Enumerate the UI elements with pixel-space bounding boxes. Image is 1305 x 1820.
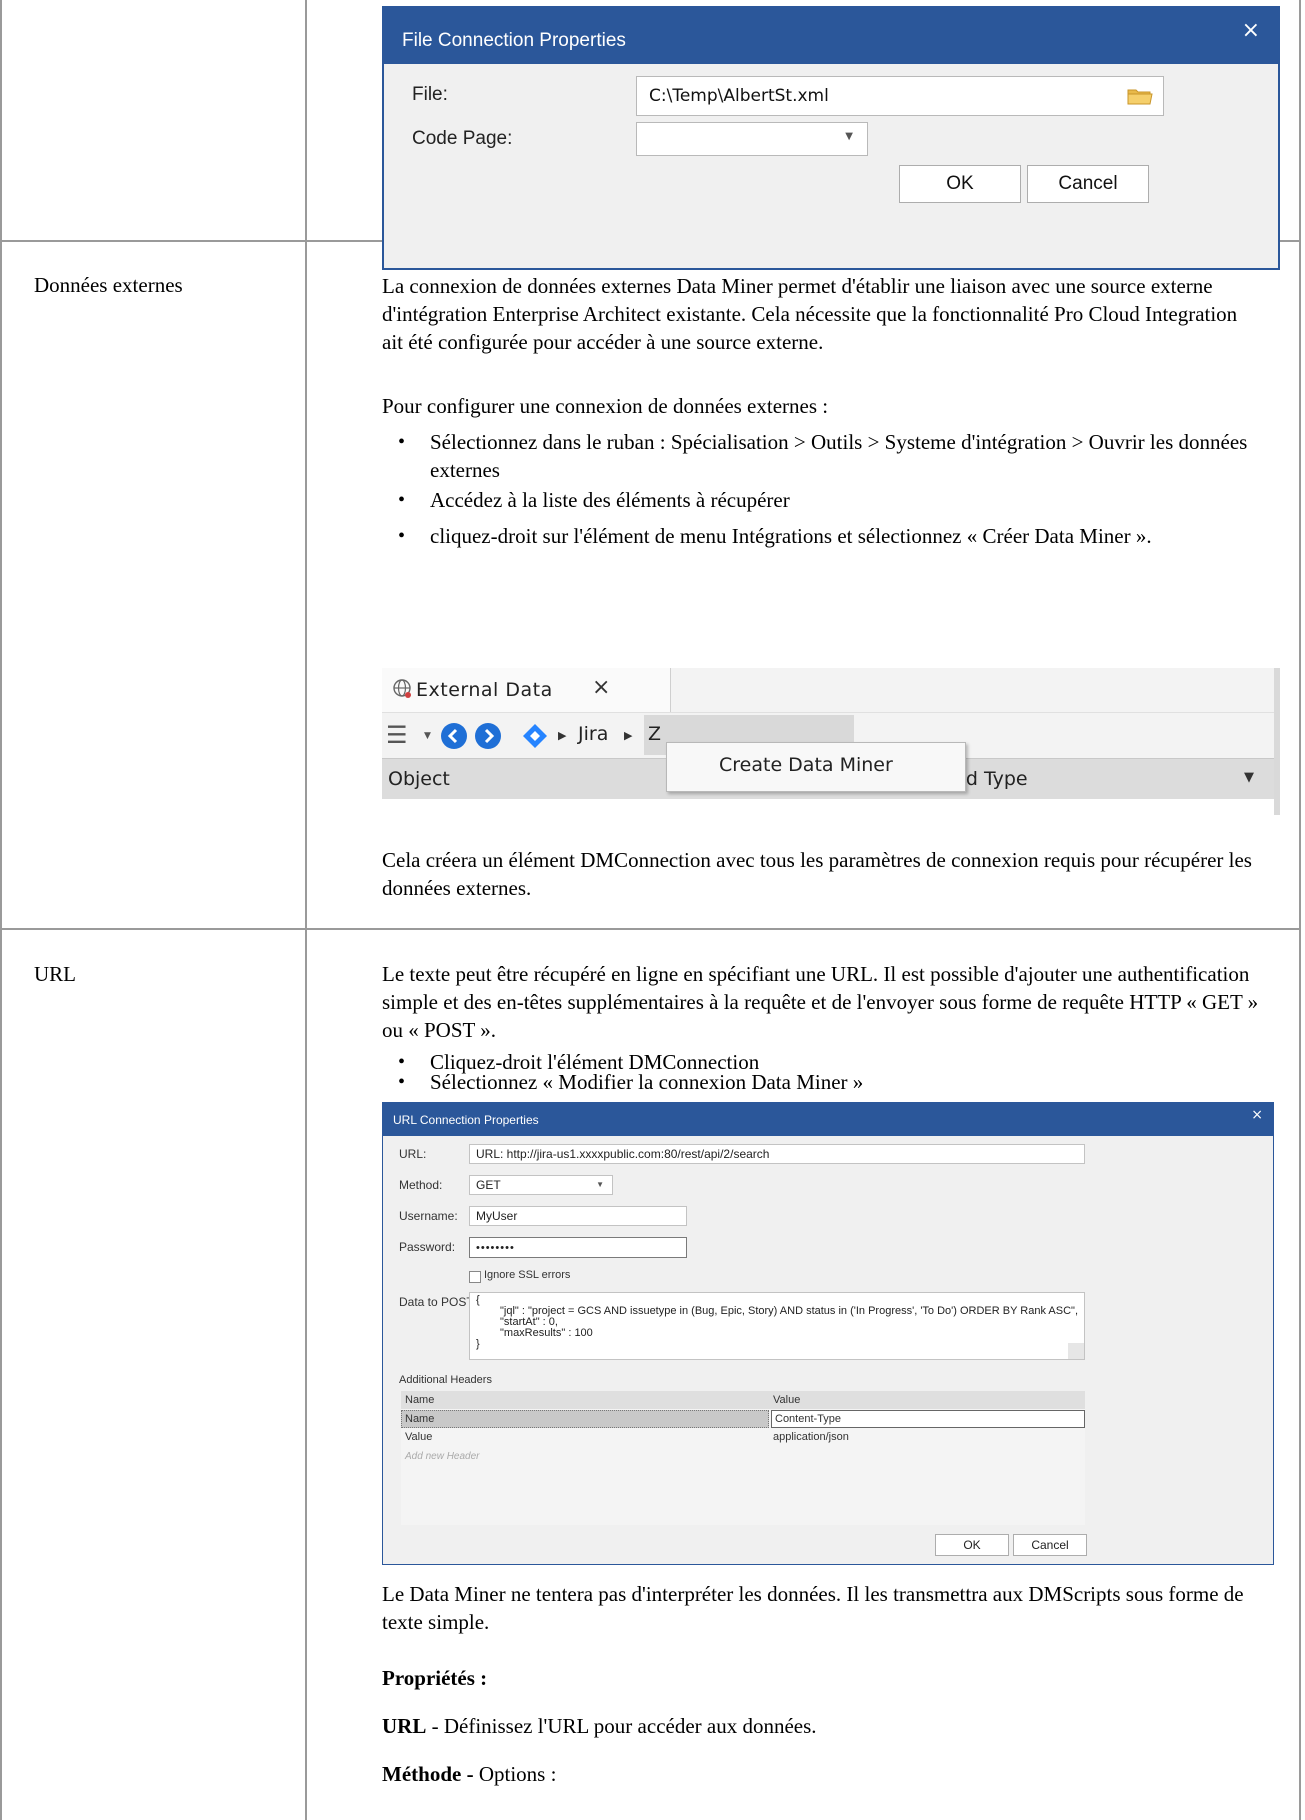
row-label-url: URL [34,962,76,986]
dialog-title-bar: URL Connection Properties × [383,1103,1273,1136]
add-new-header-placeholder[interactable]: Add new Header [405,1451,480,1462]
row-divider-2 [0,928,1301,930]
external-result-paragraph: Cela créera un élément DMConnection avec… [382,848,1252,900]
external-intro-paragraph: La connexion de données externes Data Mi… [382,274,1238,354]
ignore-ssl-label: Ignore SSL errors [484,1269,571,1281]
table-row[interactable]: Value application/json [401,1429,1085,1447]
list-item: Sélectionnez dans le ruban : Spécialisat… [430,430,1248,482]
method-property-line: Méthode - Options : [382,1762,557,1786]
bullet-icon: • [398,489,406,511]
bullet-icon: • [398,1071,406,1093]
column-header-value: Value [773,1394,801,1406]
header-name-cell[interactable]: Name [401,1410,769,1428]
url-label: URL: [399,1147,427,1161]
menu-item-create-data-miner[interactable]: Create Data Miner [719,754,893,776]
method-label: Method: [399,1178,443,1192]
url-property-line: URL - Définissez l'URL pour accéder aux … [382,1714,817,1738]
dropdown-arrow-icon[interactable]: ▼ [424,731,431,741]
table-border-left [0,0,2,1820]
url-connection-dialog: URL Connection Properties × URL: URL: ht… [382,1102,1274,1565]
table-column-divider [305,0,307,1820]
code-page-select[interactable]: ▼ [636,122,868,156]
file-path-input[interactable]: C:\Temp\AlbertSt.xml [636,76,1164,116]
username-label: Username: [399,1209,458,1223]
url-interpret-paragraph: Le Data Miner ne tentera pas d'interprét… [382,1582,1244,1634]
post-data-label: Data to POST: [399,1295,476,1309]
ignore-ssl-checkbox[interactable] [469,1271,481,1283]
dialog-title: File Connection Properties [402,30,626,51]
breadcrumb-jira[interactable]: Jira [578,723,608,745]
close-tab-icon[interactable]: × [592,675,610,700]
url-input[interactable]: URL: http://jira-us1.xxxxpublic.com:80/r… [469,1144,1085,1164]
sort-chevron-down-icon[interactable]: ▼ [1244,770,1254,785]
forward-arrow-icon[interactable] [474,722,502,755]
ok-button[interactable]: OK [935,1534,1009,1556]
external-data-tab[interactable]: External Data × [382,668,671,712]
jira-logo-icon [522,723,548,754]
additional-headers-label: Additional Headers [399,1374,492,1386]
column-header-object[interactable]: Object [388,768,450,790]
bullet-icon: • [398,431,406,453]
breadcrumb-separator-icon: ▶ [558,729,567,742]
headers-table-header: Name Value [401,1391,1085,1409]
external-data-screenshot: External Data × ☰ ▼ ▶ Jira ▶ Z Object Ma… [382,668,1280,815]
chevron-down-icon: ▼ [596,1180,604,1189]
post-data-textarea[interactable]: { "jql" : "project = GCS AND issuetype i… [469,1292,1085,1360]
column-header-name: Name [405,1394,435,1406]
file-label: File: [412,84,448,105]
breadcrumb-separator-icon: ▶ [624,729,633,742]
password-label: Password: [399,1240,456,1254]
hamburger-menu-icon[interactable]: ☰ [386,721,408,749]
back-arrow-icon[interactable] [440,722,468,755]
username-input[interactable]: MyUser [469,1206,687,1226]
ok-button[interactable]: OK [899,165,1021,203]
table-row[interactable]: Name Content-Type [401,1410,1085,1428]
headers-table: Name Value Name Content-Type Value appli… [401,1391,1085,1525]
cancel-button[interactable]: Cancel [1013,1534,1087,1556]
context-menu: Create Data Miner [666,742,966,792]
url-intro-paragraph: Le texte peut être récupéré en ligne en … [382,962,1259,1042]
method-select[interactable]: GET ▼ [469,1175,613,1195]
scrollbar-corner [1068,1343,1084,1359]
close-icon[interactable]: × [1242,18,1260,43]
properties-heading: Propriétés : [382,1666,488,1690]
list-item: Sélectionnez « Modifier la connexion Dat… [430,1070,864,1094]
password-input[interactable]: •••••••• [469,1237,687,1258]
row-label-external-data: Données externes [34,273,183,297]
chevron-down-icon: ▼ [845,131,853,142]
close-icon[interactable]: × [1251,1107,1263,1123]
table-border-right [1299,0,1301,1820]
bullet-icon: • [398,525,406,547]
grid-body [382,799,1274,815]
globe-link-icon [392,678,414,704]
file-connection-dialog: File Connection Properties × File: C:\Te… [382,6,1280,270]
header-value-input[interactable]: Content-Type [771,1410,1085,1428]
dialog-title: URL Connection Properties [393,1113,539,1127]
code-page-label: Code Page: [412,128,513,149]
list-item: Accédez à la liste des éléments à récupé… [430,488,790,512]
external-setup-paragraph: Pour configurer une connexion de données… [382,394,829,418]
folder-icon[interactable] [1127,86,1153,106]
dialog-title-bar: File Connection Properties × [384,8,1278,64]
list-item: cliquez-droit sur l'élément de menu Inté… [430,524,1152,548]
cancel-button[interactable]: Cancel [1027,165,1149,203]
